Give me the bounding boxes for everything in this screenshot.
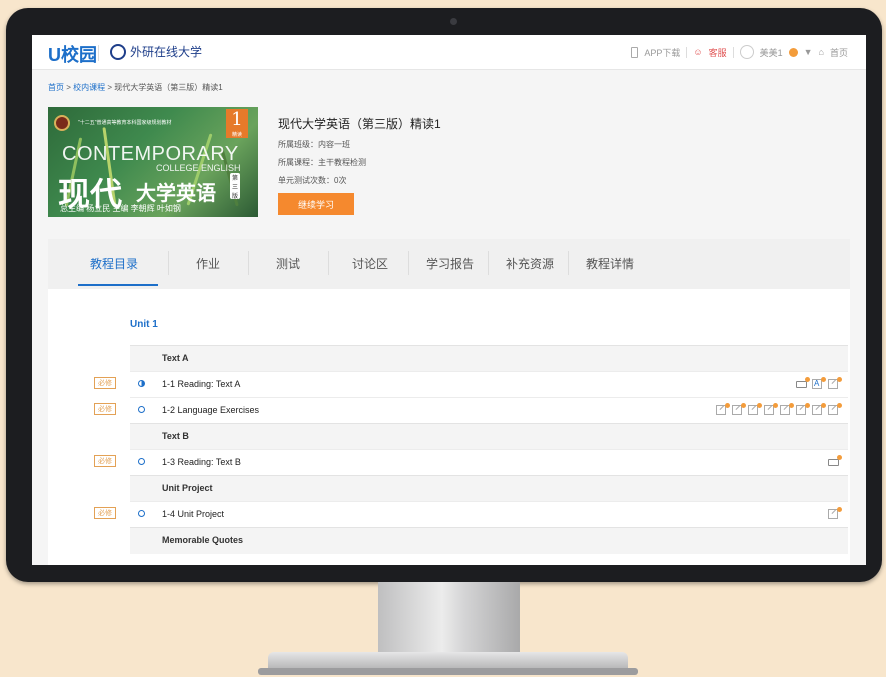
active-tab-indicator bbox=[78, 284, 158, 286]
tab-divider bbox=[168, 251, 169, 275]
chat-icon[interactable] bbox=[828, 455, 842, 467]
monitor-stand bbox=[378, 582, 520, 654]
breadcrumb-home[interactable]: 首页 bbox=[48, 83, 64, 92]
item-icons bbox=[828, 507, 842, 519]
course-class: 所属班级：内容一班 bbox=[278, 140, 350, 149]
home-icon: ⌂ bbox=[818, 47, 824, 57]
required-badge: 必修 bbox=[94, 507, 116, 519]
cover-authors: 总主编 杨立民 主编 李朝辉 叶如钢 bbox=[60, 204, 181, 213]
item-title[interactable]: 1-1 Reading: Text A bbox=[162, 379, 240, 389]
edit-icon[interactable] bbox=[828, 377, 842, 389]
monitor-frame: U校园 外研在线大学 APP下载 ☺ 客服 美美1 ▼ ⌂ 首页 首页 > 校内… bbox=[6, 8, 882, 582]
publisher-seal-icon bbox=[54, 115, 70, 131]
course-title: 现代大学英语（第三版）精读1 bbox=[278, 117, 441, 131]
kefu-icon: ☺ bbox=[693, 47, 703, 57]
school-seal-icon bbox=[110, 43, 126, 60]
breadcrumb-courses[interactable]: 校内课程 bbox=[73, 83, 105, 92]
a-icon[interactable]: A bbox=[812, 377, 826, 389]
chat-icon[interactable] bbox=[796, 377, 810, 389]
cover-edition-tag: 第三版 bbox=[230, 173, 240, 200]
tab-test[interactable]: 测试 bbox=[276, 255, 300, 272]
screen: U校园 外研在线大学 APP下载 ☺ 客服 美美1 ▼ ⌂ 首页 首页 > 校内… bbox=[32, 35, 866, 565]
item-title[interactable]: 1-4 Unit Project bbox=[162, 509, 224, 519]
section-title: Text A bbox=[162, 353, 189, 363]
progress-empty-icon bbox=[138, 406, 145, 413]
section-title: Text B bbox=[162, 431, 189, 441]
list-item[interactable]: 1-2 Language Exercises bbox=[130, 397, 848, 424]
edit-icon[interactable] bbox=[764, 403, 778, 415]
divider bbox=[732, 46, 734, 58]
section-title: Memorable Quotes bbox=[162, 535, 244, 545]
edit-icon[interactable] bbox=[828, 403, 842, 415]
section-row: Unit Project bbox=[130, 475, 848, 502]
tab-homework[interactable]: 作业 bbox=[196, 255, 220, 272]
tab-discussion[interactable]: 讨论区 bbox=[352, 255, 388, 272]
edit-icon[interactable] bbox=[796, 403, 810, 415]
divider bbox=[686, 46, 688, 58]
logo-divider bbox=[98, 45, 99, 61]
required-badge: 必修 bbox=[94, 377, 116, 389]
edit-icon[interactable] bbox=[748, 403, 762, 415]
list-item[interactable]: 1-4 Unit Project bbox=[130, 501, 848, 528]
notification-badge bbox=[788, 47, 798, 57]
course-program: 所属课程：主干教程检测 bbox=[278, 158, 366, 167]
tab-bar: 教程目录 作业 测试 讨论区 学习报告 补充资源 教程详情 bbox=[48, 239, 850, 289]
cover-number: 1 bbox=[226, 109, 248, 131]
tab-details[interactable]: 教程详情 bbox=[586, 255, 634, 272]
edit-icon[interactable] bbox=[732, 403, 746, 415]
monitor-base-shadow bbox=[258, 668, 638, 675]
progress-empty-icon bbox=[138, 510, 145, 517]
avatar[interactable] bbox=[739, 45, 754, 59]
course-cover[interactable]: "十二五"普通高等教育本科国家级规划教材 1 精读 CONTEMPORARY C… bbox=[48, 107, 258, 217]
section-row: Memorable Quotes bbox=[130, 527, 848, 554]
tab-catalog[interactable]: 教程目录 bbox=[90, 255, 138, 272]
edit-icon[interactable] bbox=[780, 403, 794, 415]
continue-learning-button[interactable]: 继续学习 bbox=[278, 193, 354, 215]
list-item[interactable]: 1-1 Reading: Text A A bbox=[130, 371, 848, 398]
item-icons bbox=[716, 403, 842, 415]
cover-volume: 精读 bbox=[226, 131, 248, 138]
required-badge: 必修 bbox=[94, 455, 116, 467]
tab-divider bbox=[568, 251, 569, 275]
customer-service-link[interactable]: 客服 bbox=[709, 46, 727, 59]
home-link[interactable]: 首页 bbox=[830, 46, 848, 59]
item-title[interactable]: 1-3 Reading: Text B bbox=[162, 457, 241, 467]
tab-divider bbox=[488, 251, 489, 275]
section-row: Text A bbox=[130, 345, 848, 372]
tab-resources[interactable]: 补充资源 bbox=[506, 255, 554, 272]
school-logo: 外研在线大学 bbox=[110, 43, 202, 60]
section-row: Text B bbox=[130, 423, 848, 450]
list-item[interactable]: 1-3 Reading: Text B bbox=[130, 449, 848, 476]
school-name: 外研在线大学 bbox=[130, 45, 203, 59]
user-name[interactable]: 美美1 bbox=[760, 46, 783, 59]
edit-icon[interactable] bbox=[812, 403, 826, 415]
item-title[interactable]: 1-2 Language Exercises bbox=[162, 405, 259, 415]
app-download-link[interactable]: APP下载 bbox=[644, 46, 680, 59]
item-icons bbox=[828, 455, 842, 467]
phone-icon bbox=[631, 46, 639, 58]
cover-series: "十二五"普通高等教育本科国家级规划教材 bbox=[78, 120, 172, 126]
cover-en-subtitle: COLLEGE ENGLISH bbox=[156, 163, 241, 173]
section-title: Unit Project bbox=[162, 483, 213, 493]
progress-half-icon bbox=[138, 380, 145, 387]
course-tests: 单元测试次数：0次 bbox=[278, 176, 347, 185]
breadcrumb: 首页 > 校内课程 > 现代大学英语（第三版）精读1 bbox=[48, 83, 223, 92]
chevron-down-icon[interactable]: ▼ bbox=[804, 47, 813, 57]
tab-divider bbox=[248, 251, 249, 275]
tab-divider bbox=[328, 251, 329, 275]
progress-empty-icon bbox=[138, 458, 145, 465]
tab-report[interactable]: 学习报告 bbox=[426, 255, 474, 272]
catalog-panel: Unit 1 Text A 必修 1-1 Reading: Text A A 必… bbox=[48, 289, 850, 565]
u-campus-logo[interactable]: U校园 bbox=[48, 41, 97, 67]
required-badge: 必修 bbox=[94, 403, 116, 415]
breadcrumb-current: 现代大学英语（第三版）精读1 bbox=[114, 83, 223, 92]
top-right-nav: APP下载 ☺ 客服 美美1 ▼ ⌂ 首页 bbox=[631, 45, 848, 59]
cover-cn-title2: 大学英语 bbox=[136, 183, 216, 205]
edit-icon[interactable] bbox=[828, 507, 842, 519]
item-icons: A bbox=[796, 377, 842, 389]
unit-title: Unit 1 bbox=[130, 319, 158, 330]
tab-divider bbox=[408, 251, 409, 275]
top-bar: U校园 外研在线大学 APP下载 ☺ 客服 美美1 ▼ ⌂ 首页 bbox=[32, 35, 866, 70]
edit-icon[interactable] bbox=[716, 403, 730, 415]
